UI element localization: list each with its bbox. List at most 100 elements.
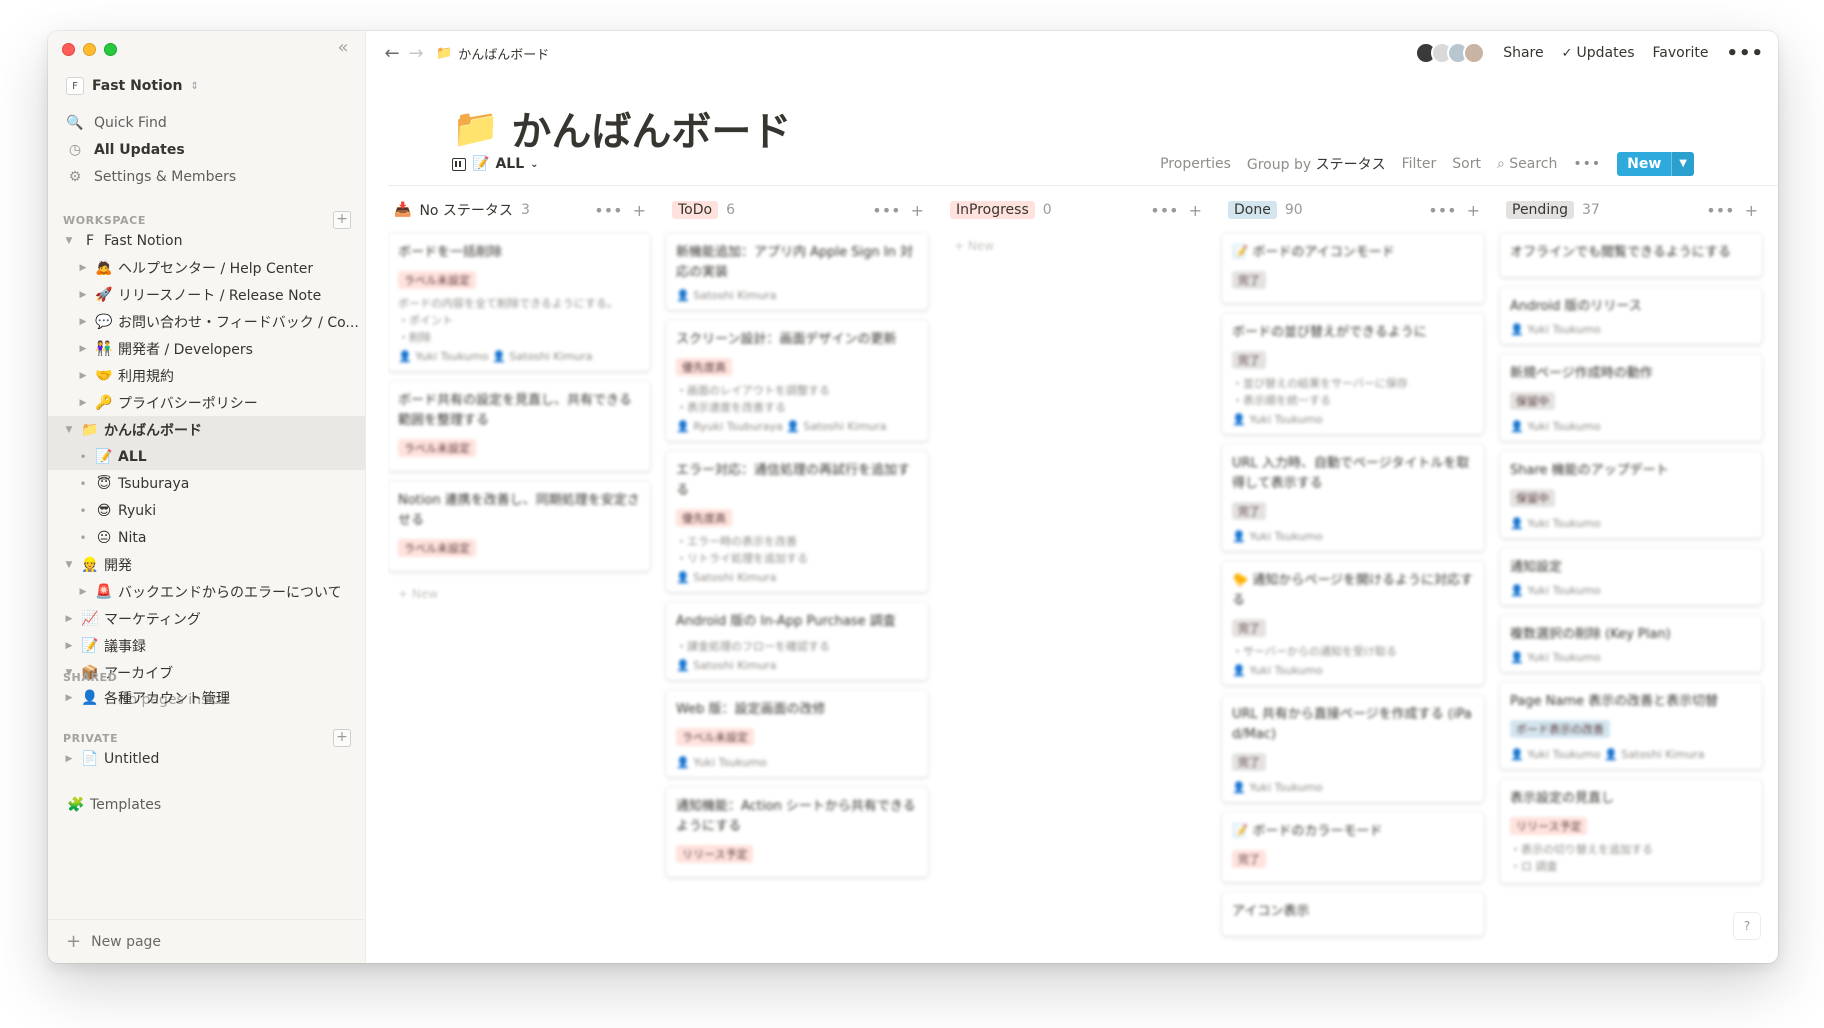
kanban-card[interactable]: オフラインでも閲覧できるようにする (1500, 233, 1762, 277)
share-button[interactable]: Share (1503, 45, 1543, 61)
column-more-icon[interactable]: ••• (1150, 201, 1178, 220)
templates-link[interactable]: 🧩 Templates (48, 791, 365, 818)
collapse-sidebar-icon[interactable]: « (331, 37, 355, 61)
kanban-card[interactable]: 表示設定の見直し リリース予定 ・表示の切り替えを追加する ・ロ 調査 (1500, 779, 1762, 883)
new-page-button[interactable]: + New page (48, 919, 365, 963)
sidebar-page-item[interactable]: ▶ 👫 開発者 / Developers (48, 335, 365, 362)
breadcrumb[interactable]: 📁 かんばんボード (436, 44, 549, 63)
favorite-button[interactable]: Favorite (1653, 45, 1709, 61)
toggle-expanded-icon[interactable]: ▼ (62, 425, 76, 435)
kanban-card[interactable]: Android 版の In-App Purchase 調査 ・課金処理のフローを確… (666, 602, 928, 680)
sidebar-page-item[interactable]: ▼ 📁 かんばんボード (48, 416, 365, 443)
column-more-icon[interactable]: ••• (872, 201, 900, 220)
kanban-card[interactable]: URL 入力時、自動でページタイトルを取得して表示する 完了 👤 Yuki Tsuk… (1222, 444, 1484, 551)
kanban-card[interactable]: 🐤 通知からページを開けるように対応する 完了 ・サーバーからの通知を受け取る 👤 Y… (1222, 561, 1484, 685)
sidebar-nav-search[interactable]: 🔍 Quick Find (56, 109, 357, 136)
sidebar-page-item[interactable]: ▶ 📄 Untitled (48, 745, 365, 772)
toggle-expanded-icon[interactable]: ▼ (62, 560, 76, 570)
workspace-switcher[interactable]: F Fast Notion ⇕ (60, 71, 205, 101)
kanban-card[interactable]: ボード共有の設定を見直し、共有できる範囲を整理する ラベル未設定 (388, 381, 650, 471)
sidebar-page-item[interactable]: ▶ 👤 各種アカウント管理 (48, 684, 365, 711)
toggle-collapsed-icon[interactable]: ▶ (76, 371, 90, 381)
sidebar-page-item[interactable]: • 😇 Tsuburaya (48, 470, 365, 497)
column-status-tag[interactable]: InProgress (950, 201, 1035, 219)
toggle-collapsed-icon[interactable]: ▶ (76, 263, 90, 273)
help-icon[interactable]: ? (1734, 913, 1760, 939)
kanban-card[interactable]: エラー対応：通信処理の再試行を追加する 優先度高 ・エラー時の表示を改善 ・リトライ処… (666, 451, 928, 592)
toggle-collapsed-icon[interactable]: ▶ (76, 317, 90, 327)
add-card-button[interactable]: + New (388, 581, 650, 607)
kanban-card[interactable]: 新機能追加：アプリ内 Apple Sign In 対応の実装 👤 Satoshi … (666, 233, 928, 310)
sidebar-page-item[interactable]: • 😎 Ryuki (48, 497, 365, 524)
sidebar-page-item[interactable]: ▶ 💬 お問い合わせ・フィードバック / Co... (48, 308, 365, 335)
sidebar-page-item[interactable]: ▼ F Fast Notion (48, 227, 365, 254)
kanban-card[interactable]: 新規ページ作成時の動作 保留中 👤 Yuki Tsukumo (1500, 354, 1762, 441)
column-more-icon[interactable]: ••• (594, 201, 622, 220)
sidebar-page-item[interactable]: ▶ 🤝 利用規約 (48, 362, 365, 389)
kanban-card[interactable]: スクリーン設計：画面デザインの更新 優先度高 ・画面のレイアウトを調整する ・表示速度… (666, 320, 928, 441)
kanban-card[interactable]: ボードを一括削除 ラベル未設定 ボードの内容を全て削除できるようにする。 ・ポイント・… (388, 233, 650, 371)
toggle-collapsed-icon[interactable]: ▶ (62, 693, 76, 703)
sidebar-page-item[interactable]: ▶ 🚨 バックエンドからのエラーについて (48, 578, 365, 605)
group-by-button[interactable]: Group by ステータス (1247, 154, 1386, 174)
sidebar-page-item[interactable]: ▶ 📝 議事録 (48, 632, 365, 659)
collaborator-avatars[interactable] (1415, 42, 1486, 64)
more-options-icon[interactable]: ••• (1726, 43, 1764, 64)
updates-button[interactable]: ✓ Updates (1562, 45, 1635, 61)
page-icon[interactable]: 📁 (452, 106, 499, 151)
kanban-card[interactable]: Web 版：設定画面の改修 ラベル未設定 👤 Yuki Tsukumo (666, 690, 928, 777)
kanban-card[interactable]: Share 機能のアップデート 保留中 👤 Yuki Tsukumo (1500, 451, 1762, 538)
column-add-icon[interactable]: + (1745, 201, 1758, 220)
sidebar-page-item[interactable]: ▼ 👷 開発 (48, 551, 365, 578)
column-add-icon[interactable]: + (633, 201, 646, 220)
close-window-button[interactable] (62, 43, 75, 56)
kanban-card[interactable]: Android 版のリリース 👤 Yuki Tsukumo (1500, 287, 1762, 344)
filter-button[interactable]: Filter (1402, 156, 1437, 172)
search-button[interactable]: ⌕ Search (1497, 156, 1557, 172)
sidebar-page-item[interactable]: ▶ 🔑 プライバシーポリシー (48, 389, 365, 416)
column-add-icon[interactable]: + (1189, 201, 1202, 220)
column-status-tag[interactable]: Done (1228, 201, 1277, 219)
sidebar-nav-clock[interactable]: ◷ All Updates (56, 136, 357, 163)
minimize-window-button[interactable] (83, 43, 96, 56)
kanban-card[interactable]: 📝 ボードのアイコンモード 完了 (1222, 233, 1484, 303)
column-status-tag[interactable]: Pending (1506, 201, 1574, 219)
sidebar-page-item[interactable]: • 😐 Nita (48, 524, 365, 551)
new-item-button[interactable]: New ▼ (1617, 152, 1694, 176)
toggle-collapsed-icon[interactable]: ▶ (76, 587, 90, 597)
kanban-card[interactable]: Notion 連携を改善し、同期処理を安定させる ラベル未設定 (388, 481, 650, 571)
kanban-card[interactable]: 複数選択の削除 (Key Plan) 👤 Yuki Tsukumo (1500, 615, 1762, 672)
sidebar-page-item[interactable]: • 📝 ALL (48, 443, 365, 470)
column-more-icon[interactable]: ••• (1706, 201, 1734, 220)
sidebar-page-item[interactable]: ▶ 🚀 リリースノート / Release Note (48, 281, 365, 308)
column-status-tag[interactable]: No ステータス (419, 200, 513, 220)
toggle-collapsed-icon[interactable]: ▶ (76, 398, 90, 408)
toggle-collapsed-icon[interactable]: ▶ (62, 641, 76, 651)
column-add-icon[interactable]: + (911, 201, 924, 220)
forward-arrow-icon[interactable]: → (404, 43, 428, 64)
toggle-expanded-icon[interactable]: ▼ (62, 236, 76, 246)
toggle-collapsed-icon[interactable]: ▶ (76, 290, 90, 300)
more-view-options-icon[interactable]: ••• (1573, 156, 1601, 172)
kanban-card[interactable]: 📝 ボードのカラーモード 完了 (1222, 812, 1484, 882)
toggle-collapsed-icon[interactable]: ▶ (76, 344, 90, 354)
zoom-window-button[interactable] (104, 43, 117, 56)
column-status-tag[interactable]: ToDo (672, 201, 719, 219)
view-switcher[interactable]: 📝 ALL ⌄ (452, 156, 539, 172)
new-dropdown-chevron-icon[interactable]: ▼ (1671, 152, 1694, 176)
toggle-collapsed-icon[interactable]: ▶ (62, 614, 76, 624)
properties-button[interactable]: Properties (1160, 156, 1231, 172)
kanban-card[interactable]: ボードの並び替えができるように 完了 ・並び替えの結果をサーバーに保存 ・表示順を統一… (1222, 313, 1484, 434)
sort-button[interactable]: Sort (1452, 156, 1481, 172)
kanban-card[interactable]: アイコン表示 (1222, 892, 1484, 936)
toggle-collapsed-icon[interactable]: ▶ (62, 754, 76, 764)
back-arrow-icon[interactable]: ← (380, 43, 404, 64)
kanban-card[interactable]: 通知機能：Action シートから共有できるようにする リリース予定 (666, 787, 928, 877)
add-card-button[interactable]: + New (944, 233, 1206, 259)
column-add-icon[interactable]: + (1467, 201, 1480, 220)
kanban-card[interactable]: Page Name 表示の改善と表示切替 ボード表示の改善 👤 Yuki Tsuku… (1500, 682, 1762, 769)
kanban-card[interactable]: 通知設定 👤 Yuki Tsukumo (1500, 548, 1762, 605)
sidebar-nav-gear[interactable]: ⚙ Settings & Members (56, 163, 357, 190)
new-button-label[interactable]: New (1617, 152, 1672, 176)
sidebar-page-item[interactable]: ▶ 🙇 ヘルプセンター / Help Center (48, 254, 365, 281)
